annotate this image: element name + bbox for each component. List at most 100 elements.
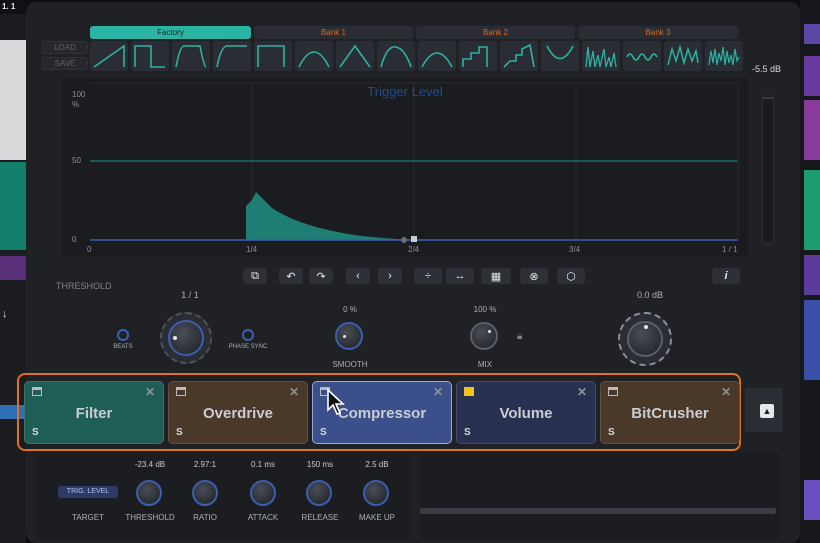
secondary-panel [420, 452, 780, 540]
host-clip [804, 170, 820, 250]
solo-button[interactable]: S [32, 427, 39, 438]
beats-radio[interactable] [117, 329, 129, 341]
copy-icon[interactable]: ⧉ [243, 268, 267, 284]
undo-icon[interactable]: ↶ [279, 268, 303, 284]
chevron-up-icon[interactable]: ▲ [760, 404, 774, 418]
square-icon[interactable] [131, 41, 169, 71]
release-label: RELEASE [301, 513, 339, 522]
steps-down-icon[interactable] [500, 41, 538, 71]
output-value: 0.0 dB [636, 290, 664, 300]
info-icon[interactable]: i [712, 268, 740, 284]
host-track-green [0, 162, 26, 250]
fx-name: Filter [75, 405, 113, 422]
spikes-icon[interactable] [582, 41, 620, 71]
next-icon[interactable]: › [378, 268, 402, 284]
fx-slot-volume[interactable]: ✕ Volume S [456, 381, 596, 444]
sine-icon[interactable] [295, 41, 333, 71]
host-clip [804, 480, 820, 520]
ratio-knob[interactable] [192, 480, 218, 506]
target-label: TARGET [72, 513, 104, 522]
close-icon[interactable]: ✕ [289, 385, 299, 399]
slot-toggle-icon[interactable] [32, 387, 42, 396]
phase-sync-radio[interactable] [242, 329, 254, 341]
ramp-up-icon[interactable] [90, 41, 128, 71]
output-knob[interactable] [618, 312, 672, 366]
x-tick-2-4: 2/4 [408, 245, 420, 254]
mix-value: 100 % [473, 305, 497, 314]
hold-icon[interactable] [254, 41, 292, 71]
release-knob[interactable] [306, 480, 332, 506]
prev-icon[interactable]: ‹ [346, 268, 370, 284]
save-button[interactable]: SAVE [42, 57, 88, 70]
solo-button[interactable]: S [608, 427, 615, 438]
beats-label: BEATS [113, 344, 133, 350]
s-curve-icon[interactable] [213, 41, 251, 71]
slot-toggle-icon[interactable] [176, 387, 186, 396]
output-meter [762, 94, 774, 244]
fx-slot-bitcrusher[interactable]: ✕ BitCrusher S [600, 381, 740, 444]
bank-tab-factory[interactable]: Factory [90, 26, 251, 39]
steps-icon[interactable] [459, 41, 497, 71]
host-clip [804, 255, 820, 295]
trapezoid-icon[interactable] [172, 41, 210, 71]
meter-value: -5.5 dB [752, 64, 782, 74]
ratio-value: 2.97:1 [193, 460, 217, 469]
threshold-knob[interactable] [136, 480, 162, 506]
solo-button[interactable]: S [464, 427, 471, 438]
bank-tab-bank-2[interactable]: Bank 2 [416, 26, 575, 39]
makeup-knob[interactable] [363, 480, 389, 506]
v-shape-icon[interactable] [541, 41, 579, 71]
close-icon[interactable]: ✕ [433, 385, 443, 399]
x-tick-1-4: 1/4 [246, 245, 258, 254]
arch-icon[interactable] [418, 41, 456, 71]
mouse-cursor-icon [327, 388, 346, 415]
trigger-level-graph[interactable]: Trigger Level 100 % 50 0 0 1/4 2/4 3/4 1… [62, 78, 748, 256]
target-badge[interactable]: TRIG. LEVEL [58, 486, 118, 498]
close-icon[interactable]: ✕ [721, 385, 731, 399]
close-icon[interactable]: ✕ [145, 385, 155, 399]
horizontal-slider[interactable] [420, 508, 776, 514]
arrow-down-icon[interactable]: ↓ [2, 308, 8, 320]
x-tick-3-4: 3/4 [569, 245, 581, 254]
bank-tab-bank-3[interactable]: Bank 3 [578, 26, 738, 39]
makeup-value: 2.5 dB [365, 460, 389, 469]
flip-vertical-icon[interactable]: ÷ [414, 268, 442, 284]
host-clip [804, 24, 820, 44]
random-icon[interactable]: ⬡ [557, 268, 585, 284]
slot-toggle-icon[interactable] [608, 387, 618, 396]
slot-toggle-icon[interactable] [464, 387, 474, 396]
threshold-value: -23.4 dB [134, 460, 166, 469]
attack-knob[interactable] [250, 480, 276, 506]
y-tick-100: 100 [72, 90, 86, 99]
host-clip [804, 100, 820, 160]
solo-button[interactable]: S [176, 427, 183, 438]
solo-button[interactable]: S [320, 427, 327, 438]
noise-icon[interactable] [705, 41, 743, 71]
triangle-icon[interactable] [336, 41, 374, 71]
shape-preset-row [90, 41, 743, 71]
redo-icon[interactable]: ↷ [309, 268, 333, 284]
flip-horizontal-icon[interactable]: ↔ [446, 268, 474, 284]
bank-tab-bank-1[interactable]: Bank 1 [254, 26, 413, 39]
clear-icon[interactable]: ⊗ [520, 268, 548, 284]
smooth-value: 0 % [343, 305, 357, 314]
hump-icon[interactable] [377, 41, 415, 71]
threshold-label: THRESHOLD [56, 281, 112, 291]
release-value: 150 ms [306, 460, 334, 469]
lock-icon[interactable]: 🔒︎ [517, 331, 522, 342]
close-icon[interactable]: ✕ [577, 385, 587, 399]
y-tick-50: 50 [72, 156, 81, 165]
host-track-purple [0, 256, 26, 280]
host-right-panel [800, 0, 820, 543]
smooth-knob[interactable] [335, 322, 363, 350]
fx-slot-filter[interactable]: ✕ Filter S [24, 381, 164, 444]
host-clip [804, 56, 820, 96]
mix-knob[interactable] [470, 322, 498, 350]
zigzag-icon[interactable] [664, 41, 702, 71]
load-button[interactable]: LOAD [42, 41, 88, 54]
mix-label: MIX [477, 360, 493, 369]
wave-icon[interactable] [623, 41, 661, 71]
shape-select-icon[interactable]: ▦ [481, 268, 511, 284]
rate-knob[interactable] [160, 312, 212, 364]
fx-slot-overdrive[interactable]: ✕ Overdrive S [168, 381, 308, 444]
